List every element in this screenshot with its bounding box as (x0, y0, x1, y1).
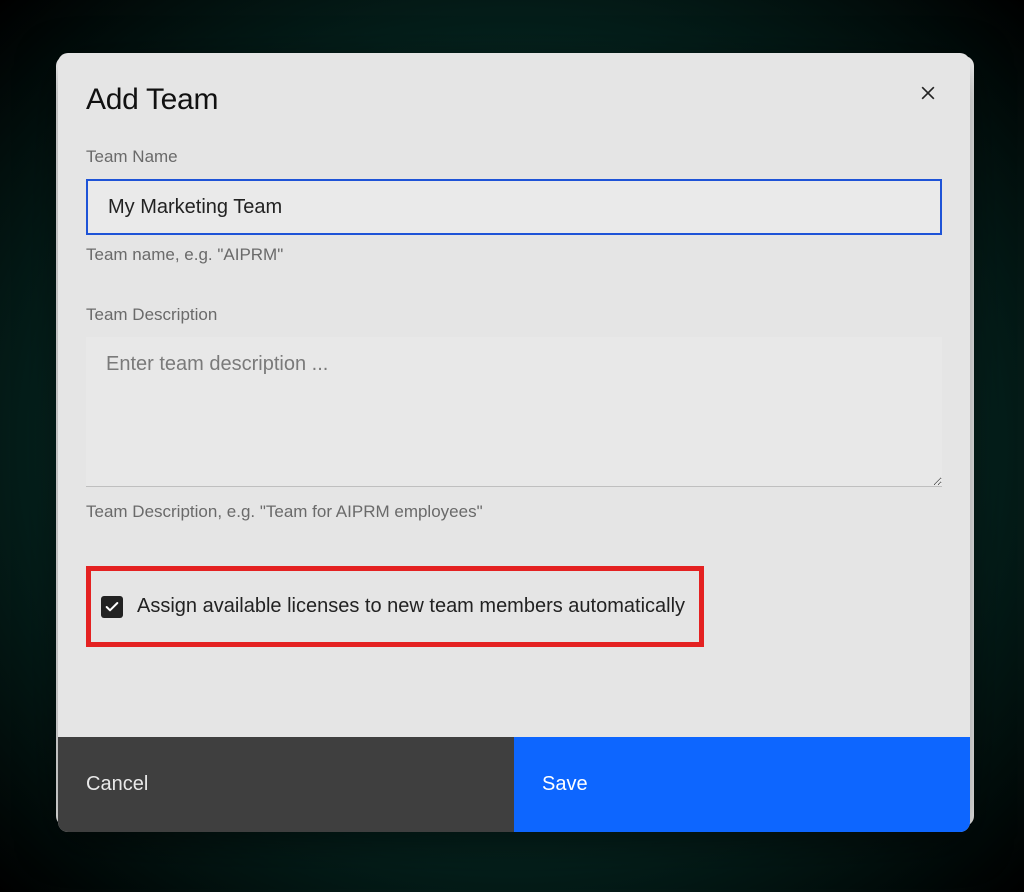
close-icon (918, 83, 938, 103)
auto-assign-label[interactable]: Assign available licenses to new team me… (137, 595, 685, 618)
team-description-input[interactable] (86, 337, 942, 487)
team-description-field-group: Team Description Team Description, e.g. … (86, 305, 942, 522)
save-button[interactable]: Save (514, 737, 970, 832)
close-button[interactable] (914, 79, 942, 107)
modal-footer: Cancel Save (58, 737, 970, 832)
modal-body: Add Team Team Name Team name, e.g. "AIPR… (58, 53, 970, 737)
modal-title: Add Team (86, 83, 942, 117)
checkmark-icon (104, 599, 120, 615)
team-name-helper: Team name, e.g. "AIPRM" (86, 245, 942, 265)
team-name-field-group: Team Name Team name, e.g. "AIPRM" (86, 147, 942, 265)
add-team-modal: Add Team Team Name Team name, e.g. "AIPR… (58, 53, 970, 832)
cancel-button[interactable]: Cancel (58, 737, 514, 832)
team-name-label: Team Name (86, 147, 942, 167)
team-description-helper: Team Description, e.g. "Team for AIPRM e… (86, 502, 942, 522)
auto-assign-checkbox[interactable] (101, 596, 123, 618)
team-name-input[interactable] (86, 179, 942, 235)
team-description-label: Team Description (86, 305, 942, 325)
auto-assign-highlight-box: Assign available licenses to new team me… (86, 566, 704, 647)
